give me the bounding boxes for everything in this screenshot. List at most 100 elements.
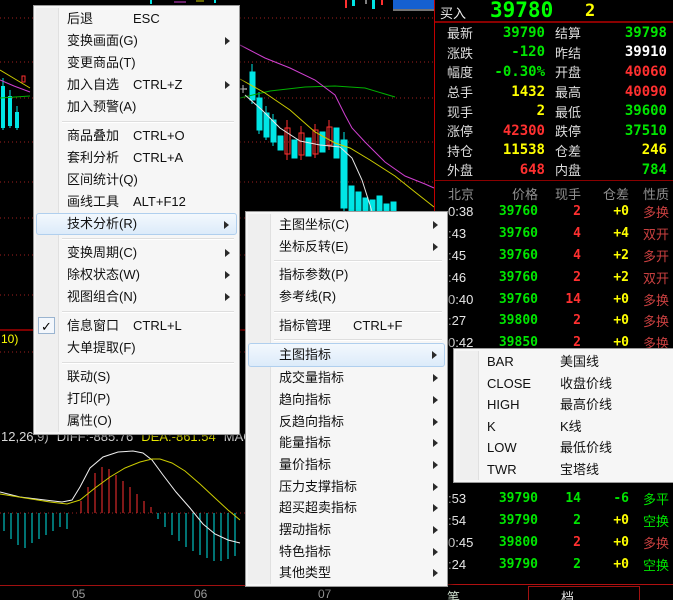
submenu-arrow-icon xyxy=(433,504,438,512)
menu-item-large-order[interactable]: 大单提取(F) xyxy=(36,337,237,359)
menu-item-change-period[interactable]: 变换周期(C) xyxy=(36,242,237,264)
quote-panel: 买入 39780 2 最新39790结算39798 涨跌-120昨结39910 … xyxy=(434,0,673,600)
tick-table: 0:38397602+0多换 :43397604+4双开 :45397604+2… xyxy=(435,201,673,354)
submenu-arrow-icon xyxy=(225,293,230,301)
menu-item-overlay-symbol[interactable]: 商品叠加CTRL+O xyxy=(36,125,237,147)
menu-separator xyxy=(62,121,234,122)
menu-item-volume-indicators[interactable]: 成交量指标 xyxy=(248,367,445,389)
tick-row[interactable]: :27398002+0多换 xyxy=(435,310,673,332)
quote-field-row: 总手1432最高40090 xyxy=(435,82,673,102)
buy-volume: 2 xyxy=(585,1,595,21)
app-window: 12,26,9)DIFF:-885.76DEA:-861.54MACD:- 10… xyxy=(0,0,673,600)
menu-item-main-chart-indicators[interactable]: 主图指标 xyxy=(248,343,445,367)
submenu-arrow-icon xyxy=(433,374,438,382)
menu-item-arbitrage-analysis[interactable]: 套利分析CTRL+A xyxy=(36,147,237,169)
menu-item-link[interactable]: 联动(S) xyxy=(36,366,237,388)
tick-row[interactable]: 0:403976014+0多换 xyxy=(435,288,673,310)
menu-item-properties[interactable]: 属性(O) xyxy=(36,410,237,432)
tick-row[interactable]: 0:45398002+0多换 xyxy=(435,532,673,554)
quote-field-row: 涨停42300跌停37510 xyxy=(435,121,673,141)
menu-item-adjust-rights[interactable]: 除权状态(W) xyxy=(36,264,237,286)
submenu-arrow-icon xyxy=(224,221,229,229)
menu-item-other-types[interactable]: 其他类型 xyxy=(248,562,445,584)
toolbar-button-fragment xyxy=(393,0,434,9)
quote-field-row: 最新39790结算39798 xyxy=(435,23,673,43)
menu-item-technical-analysis[interactable]: 技术分析(R) xyxy=(36,213,237,235)
checkmark-icon: ✓ xyxy=(38,317,55,334)
menu-item-back[interactable]: 后退ESC xyxy=(36,8,237,30)
indicator-param-fragment: 10) xyxy=(1,332,18,346)
submenu-arrow-icon xyxy=(433,526,438,534)
submenu-arrow-icon xyxy=(433,461,438,469)
x-axis-label: 05 xyxy=(72,587,85,600)
submenu-arrow-icon xyxy=(433,439,438,447)
submenu-arrow-icon xyxy=(433,569,438,577)
main-chart-indicator-submenu: BAR美国线 CLOSE收盘价线 HIGH最高价线 KK线 LOW最低价线 TW… xyxy=(453,348,673,483)
submenu-arrow-icon xyxy=(225,271,230,279)
technical-analysis-submenu: 主图坐标(C) 坐标反转(E) 指标参数(P) 参考线(R) 指标管理CTRL+… xyxy=(245,211,448,587)
divider xyxy=(435,180,673,181)
x-axis-label: 06 xyxy=(194,587,207,600)
menu-item-add-watchlist[interactable]: 加入自选CTRL+Z xyxy=(36,74,237,96)
menu-item-volume-price-indicators[interactable]: 量价指标 xyxy=(248,454,445,476)
tick-row[interactable]: :46397602+2双开 xyxy=(435,266,673,288)
menu-item-indicator-low[interactable]: LOW最低价线 xyxy=(456,437,672,459)
menu-item-change-symbol[interactable]: 变更商品(T) xyxy=(36,52,237,74)
menu-item-indicator-manager[interactable]: 指标管理CTRL+F xyxy=(248,315,445,337)
menu-item-energy-indicators[interactable]: 能量指标 xyxy=(248,432,445,454)
tick-row[interactable]: :24397902+0空换 xyxy=(435,553,673,575)
x-axis-label: 07 xyxy=(318,587,331,600)
menu-item-overbought-oversold-indicators[interactable]: 超买超卖指标 xyxy=(248,497,445,519)
buy-price: 39780 xyxy=(490,0,553,22)
menu-item-drawing-tools[interactable]: 画线工具ALT+F12 xyxy=(36,191,237,213)
menu-item-view-layout[interactable]: 视图组合(N) xyxy=(36,286,237,308)
tick-row[interactable]: :54397902+0空换 xyxy=(435,510,673,532)
menu-item-reference-line[interactable]: 参考线(R) xyxy=(248,286,445,308)
menu-item-add-alert[interactable]: 加入预警(A) xyxy=(36,96,237,118)
submenu-arrow-icon xyxy=(433,418,438,426)
submenu-arrow-icon xyxy=(433,396,438,404)
menu-item-indicator-params[interactable]: 指标参数(P) xyxy=(248,264,445,286)
quote-fields: 最新39790结算39798 涨跌-120昨结39910 幅度-0.30%开盘4… xyxy=(435,23,673,180)
tab-tick[interactable]: 笔 xyxy=(447,587,460,600)
menu-item-indicator-high[interactable]: HIGH最高价线 xyxy=(456,394,672,416)
menu-item-special-indicators[interactable]: 特色指标 xyxy=(248,541,445,563)
tick-row[interactable]: 0:38397602+0多换 xyxy=(435,201,673,223)
menu-item-indicator-twr[interactable]: TWR宝塔线 xyxy=(456,459,672,481)
menu-item-support-resistance-indicators[interactable]: 压力支撑指标 xyxy=(248,476,445,498)
quote-tab-bar: 笔 档 xyxy=(434,584,673,600)
tick-row[interactable]: :45397604+2多开 xyxy=(435,245,673,267)
menu-item-oscillator-indicators[interactable]: 摆动指标 xyxy=(248,519,445,541)
menu-item-indicator-k[interactable]: KK线 xyxy=(456,416,672,438)
menu-item-indicator-close[interactable]: CLOSE收盘价线 xyxy=(456,373,672,395)
buy-label: 买入 xyxy=(440,3,466,22)
menu-item-info-window[interactable]: ✓信息窗口CTRL+L xyxy=(36,315,237,337)
submenu-arrow-icon xyxy=(433,483,438,491)
tick-row[interactable]: :533979014-6多平 xyxy=(435,488,673,510)
tab-depth[interactable]: 档 xyxy=(528,586,640,600)
menu-item-trend-indicators[interactable]: 趋向指标 xyxy=(248,389,445,411)
submenu-arrow-icon xyxy=(432,351,437,359)
menu-item-range-statistics[interactable]: 区间统计(Q) xyxy=(36,169,237,191)
tick-row[interactable]: :43397604+4双开 xyxy=(435,223,673,245)
menu-item-switch-screen[interactable]: 变换画面(G) xyxy=(36,30,237,52)
menu-separator xyxy=(62,238,234,239)
menu-separator xyxy=(62,311,234,312)
menu-item-main-chart-scale[interactable]: 主图坐标(C) xyxy=(248,214,445,236)
menu-item-invert-scale[interactable]: 坐标反转(E) xyxy=(248,236,445,258)
menu-item-indicator-bar[interactable]: BAR美国线 xyxy=(456,351,672,373)
quote-field-row: 外盘648内盘784 xyxy=(435,160,673,180)
tick-table: :533979014-6多平 :54397902+0空换 0:45398002+… xyxy=(435,488,673,575)
context-menu: 后退ESC 变换画面(G) 变更商品(T) 加入自选CTRL+Z 加入预警(A)… xyxy=(33,5,240,435)
submenu-arrow-icon xyxy=(433,221,438,229)
submenu-arrow-icon xyxy=(433,548,438,556)
quote-field-row: 幅度-0.30%开盘40060 xyxy=(435,62,673,82)
menu-separator xyxy=(274,311,442,312)
menu-item-print[interactable]: 打印(P) xyxy=(36,388,237,410)
submenu-arrow-icon xyxy=(225,249,230,257)
quote-field-row: 现手2最低39600 xyxy=(435,101,673,121)
menu-item-countertrend-indicators[interactable]: 反趋向指标 xyxy=(248,411,445,433)
quote-field-row: 持仓11538仓差246 xyxy=(435,141,673,161)
submenu-arrow-icon xyxy=(433,243,438,251)
submenu-arrow-icon xyxy=(225,81,230,89)
